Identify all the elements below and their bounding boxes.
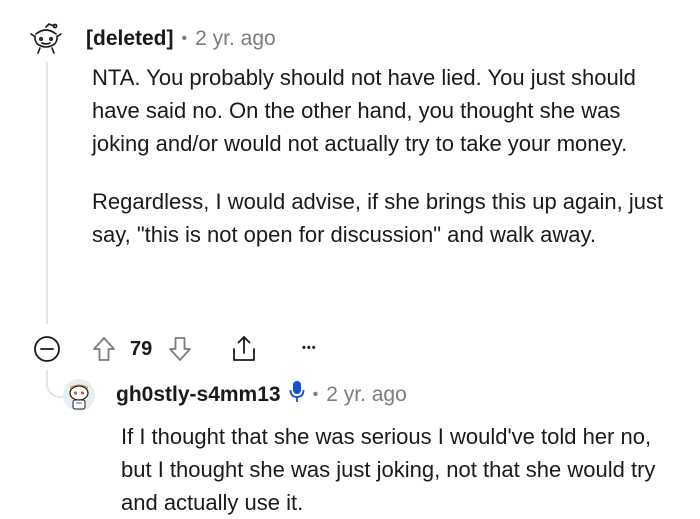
comment-meta: [deleted] • 2 yr. ago: [86, 26, 276, 52]
minus-circle-icon[interactable]: [33, 335, 61, 368]
comment-time[interactable]: 2 yr. ago: [195, 27, 276, 51]
thread-line: [46, 62, 48, 324]
reply-time[interactable]: 2 yr. ago: [326, 383, 407, 407]
more-dots-icon[interactable]: •••: [302, 342, 317, 354]
comment-paragraph: Regardless, I would advise, if she bring…: [92, 189, 664, 247]
comment-author[interactable]: [deleted]: [86, 27, 174, 51]
arrow-down-icon[interactable]: [167, 335, 193, 368]
snoo-avatar-icon[interactable]: [62, 378, 96, 417]
reply-author[interactable]: gh0stly-s4mm13: [116, 383, 281, 407]
reply-paragraph: If I thought that she was serious I woul…: [121, 424, 656, 515]
meta-separator: •: [181, 30, 188, 47]
reply-meta: gh0stly-s4mm13 • 2 yr. ago: [116, 380, 407, 410]
reply-body: If I thought that she was serious I woul…: [121, 420, 671, 519]
share-icon[interactable]: [229, 334, 259, 369]
microphone-icon: [289, 380, 305, 410]
arrow-up-icon[interactable]: [91, 335, 117, 368]
meta-separator: •: [312, 386, 319, 403]
vote-count: 79: [130, 338, 153, 360]
comment-paragraph: NTA. You probably should not have lied. …: [92, 65, 636, 156]
comment-body: NTA. You probably should not have lied. …: [92, 61, 672, 251]
snoo-outline-icon[interactable]: [28, 22, 64, 61]
